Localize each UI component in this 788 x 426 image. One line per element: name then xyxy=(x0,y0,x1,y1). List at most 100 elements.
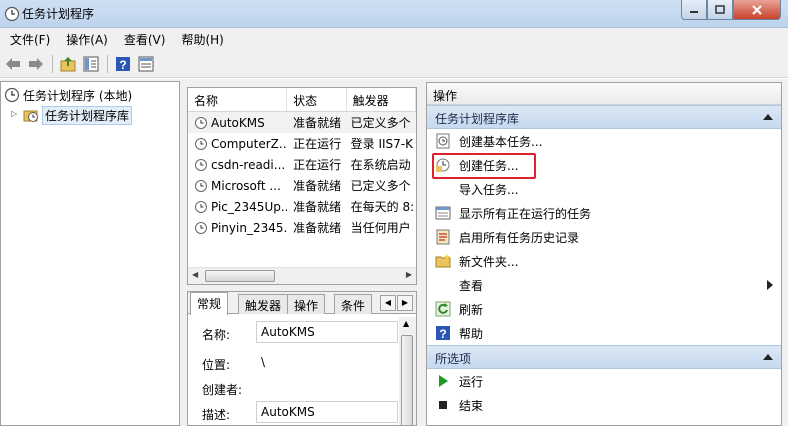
tree-expand-icon[interactable]: ▷ xyxy=(11,109,17,118)
help-button[interactable]: ? xyxy=(112,53,134,75)
scroll-thumb[interactable] xyxy=(401,335,413,425)
task-clock-icon xyxy=(195,221,207,234)
forward-arrow-icon xyxy=(29,57,43,70)
table-row[interactable]: Pic_2345Up... 准备就绪 在每天的 8: xyxy=(188,196,416,217)
task-scheduler-clock-icon xyxy=(4,6,20,22)
field-label-location: 位置: xyxy=(202,358,231,372)
task-name-cell: Microsoft ... xyxy=(188,179,287,193)
action-label: 启用所有任务历史记录 xyxy=(459,230,580,245)
library-action-3[interactable]: 显示所有正在运行的任务 xyxy=(427,201,781,225)
library-action-4[interactable]: 启用所有任务历史记录 xyxy=(427,225,781,249)
task-scheduler-clock-icon xyxy=(4,87,20,103)
field-value-description[interactable]: AutoKMS xyxy=(256,401,398,423)
task-clock-icon xyxy=(195,158,207,171)
action-label: 导入任务... xyxy=(459,182,519,197)
collapse-icon[interactable] xyxy=(763,114,773,120)
menu-view[interactable]: 查看(V) xyxy=(118,31,172,48)
selected-action-0[interactable]: 运行 xyxy=(427,369,781,393)
field-label-author: 创建者: xyxy=(202,383,243,397)
task-status: 准备就绪 xyxy=(293,179,342,193)
tree-root-label: 任务计划程序 (本地) xyxy=(23,88,133,103)
back-button[interactable] xyxy=(2,53,24,75)
tree-root[interactable]: 任务计划程序 (本地) xyxy=(4,86,132,104)
run-icon xyxy=(435,373,451,389)
field-value-location[interactable]: \ xyxy=(256,351,398,373)
action-label: 显示所有正在运行的任务 xyxy=(459,206,592,221)
task-status: 准备就绪 xyxy=(293,221,342,235)
task-list-header: 名称 状态 触发器 xyxy=(188,88,416,112)
minimize-button[interactable] xyxy=(681,0,707,20)
properties-button[interactable] xyxy=(135,53,157,75)
library-action-2[interactable]: 导入任务... xyxy=(427,177,781,201)
task-rows: AutoKMS 准备就绪 已定义多个 ComputerZ... 正在运行 登录 IIS7-… xyxy=(188,112,416,238)
table-row[interactable]: Microsoft ... 准备就绪 已定义多个 xyxy=(188,175,416,196)
task-detail-panel: 常规 触发器 操作 条件 ◀ ▶ 名称: AutoKMS 位置: \ 创建者: … xyxy=(187,291,417,426)
task-trigger: 已定义多个 xyxy=(350,116,411,130)
selected-action-1[interactable]: 结束 xyxy=(427,393,781,417)
close-button[interactable] xyxy=(733,0,781,20)
horizontal-scrollbar[interactable]: ◀ ▶ xyxy=(188,267,416,284)
forward-button[interactable] xyxy=(25,53,47,75)
tab-triggers[interactable]: 触发器 xyxy=(238,294,289,314)
table-row[interactable]: ComputerZ... 正在运行 登录 IIS7-K xyxy=(188,133,416,154)
collapse-icon[interactable] xyxy=(763,354,773,360)
scroll-left-icon[interactable]: ◀ xyxy=(192,270,198,279)
column-header-name[interactable]: 名称 xyxy=(188,88,288,111)
show-hide-tree-button[interactable] xyxy=(80,53,102,75)
table-row[interactable]: Pinyin_2345... 准备就绪 当任何用户 xyxy=(188,217,416,238)
navigation-tree: 任务计划程序 (本地) ▷ 任务计划程序库 xyxy=(0,81,180,426)
up-folder-button[interactable] xyxy=(57,53,79,75)
help-icon: ? xyxy=(435,325,451,341)
task-list: 名称 状态 触发器 AutoKMS 准备就绪 已定义多个 ComputerZ... 正在… xyxy=(187,87,417,285)
menu-help[interactable]: 帮助(H) xyxy=(175,31,229,48)
task-status: 准备就绪 xyxy=(293,200,342,214)
tab-general[interactable]: 常规 xyxy=(190,292,229,315)
title-bar: 任务计划程序 xyxy=(0,0,788,28)
tab-scroll-left-icon[interactable]: ◀ xyxy=(380,295,396,311)
library-action-6[interactable]: 查看 xyxy=(427,273,781,297)
scroll-right-icon[interactable]: ▶ xyxy=(406,270,412,279)
column-header-status[interactable]: 状态 xyxy=(287,88,347,111)
maximize-button[interactable] xyxy=(707,0,733,20)
menu-file[interactable]: 文件(F) xyxy=(4,31,56,48)
running-tasks-icon xyxy=(435,205,451,221)
tab-scroll-right-icon[interactable]: ▶ xyxy=(397,295,413,311)
task-name: AutoKMS xyxy=(211,115,265,130)
task-name: Pic_2345Up... xyxy=(211,199,288,214)
library-action-5[interactable]: 新文件夹... xyxy=(427,249,781,273)
action-label: 创建任务... xyxy=(459,158,519,173)
create-basic-task-icon xyxy=(435,133,451,149)
svg-text:?: ? xyxy=(119,58,126,72)
table-row[interactable]: AutoKMS 准备就绪 已定义多个 xyxy=(188,112,416,133)
task-clock-icon xyxy=(195,200,207,213)
library-action-1[interactable]: 创建任务... xyxy=(427,153,781,177)
detail-tabs: 常规 触发器 操作 条件 ◀ ▶ xyxy=(188,292,416,315)
column-header-trigger[interactable]: 触发器 xyxy=(347,88,416,111)
task-name-cell: Pinyin_2345... xyxy=(188,221,287,235)
scroll-thumb[interactable] xyxy=(205,270,275,282)
section-header-selected[interactable]: 所选项 xyxy=(427,345,781,369)
tree-item-library[interactable]: 任务计划程序库 xyxy=(23,105,133,125)
tab-actions[interactable]: 操作 xyxy=(287,294,326,314)
library-action-0[interactable]: 创建基本任务... xyxy=(427,129,781,153)
menu-bar: 文件(F) 操作(A) 查看(V) 帮助(H) xyxy=(0,28,788,50)
menu-action[interactable]: 操作(A) xyxy=(60,31,114,48)
task-name-cell: AutoKMS xyxy=(188,116,287,130)
scroll-up-icon[interactable]: ▲ xyxy=(403,319,409,328)
toolbar: ? xyxy=(0,50,788,78)
field-value-name[interactable]: AutoKMS xyxy=(256,321,398,343)
selected-actions-list: 运行 结束 xyxy=(427,369,781,417)
section-header-selected-label: 所选项 xyxy=(435,352,472,366)
toolbar-separator xyxy=(107,54,108,73)
minimize-icon xyxy=(690,10,698,13)
section-header-library-label: 任务计划程序库 xyxy=(435,112,520,126)
section-header-library[interactable]: 任务计划程序库 xyxy=(427,105,781,129)
library-action-7[interactable]: 刷新 xyxy=(427,297,781,321)
tab-conditions[interactable]: 条件 xyxy=(334,294,373,314)
vertical-scrollbar[interactable]: ▲ xyxy=(399,317,416,425)
show-hide-tree-icon xyxy=(83,56,99,71)
task-status: 准备就绪 xyxy=(293,116,342,130)
actions-pane-title: 操作 xyxy=(427,83,781,105)
table-row[interactable]: csdn-readi... 正在运行 在系统启动 xyxy=(188,154,416,175)
library-action-8[interactable]: ? 帮助 xyxy=(427,321,781,345)
